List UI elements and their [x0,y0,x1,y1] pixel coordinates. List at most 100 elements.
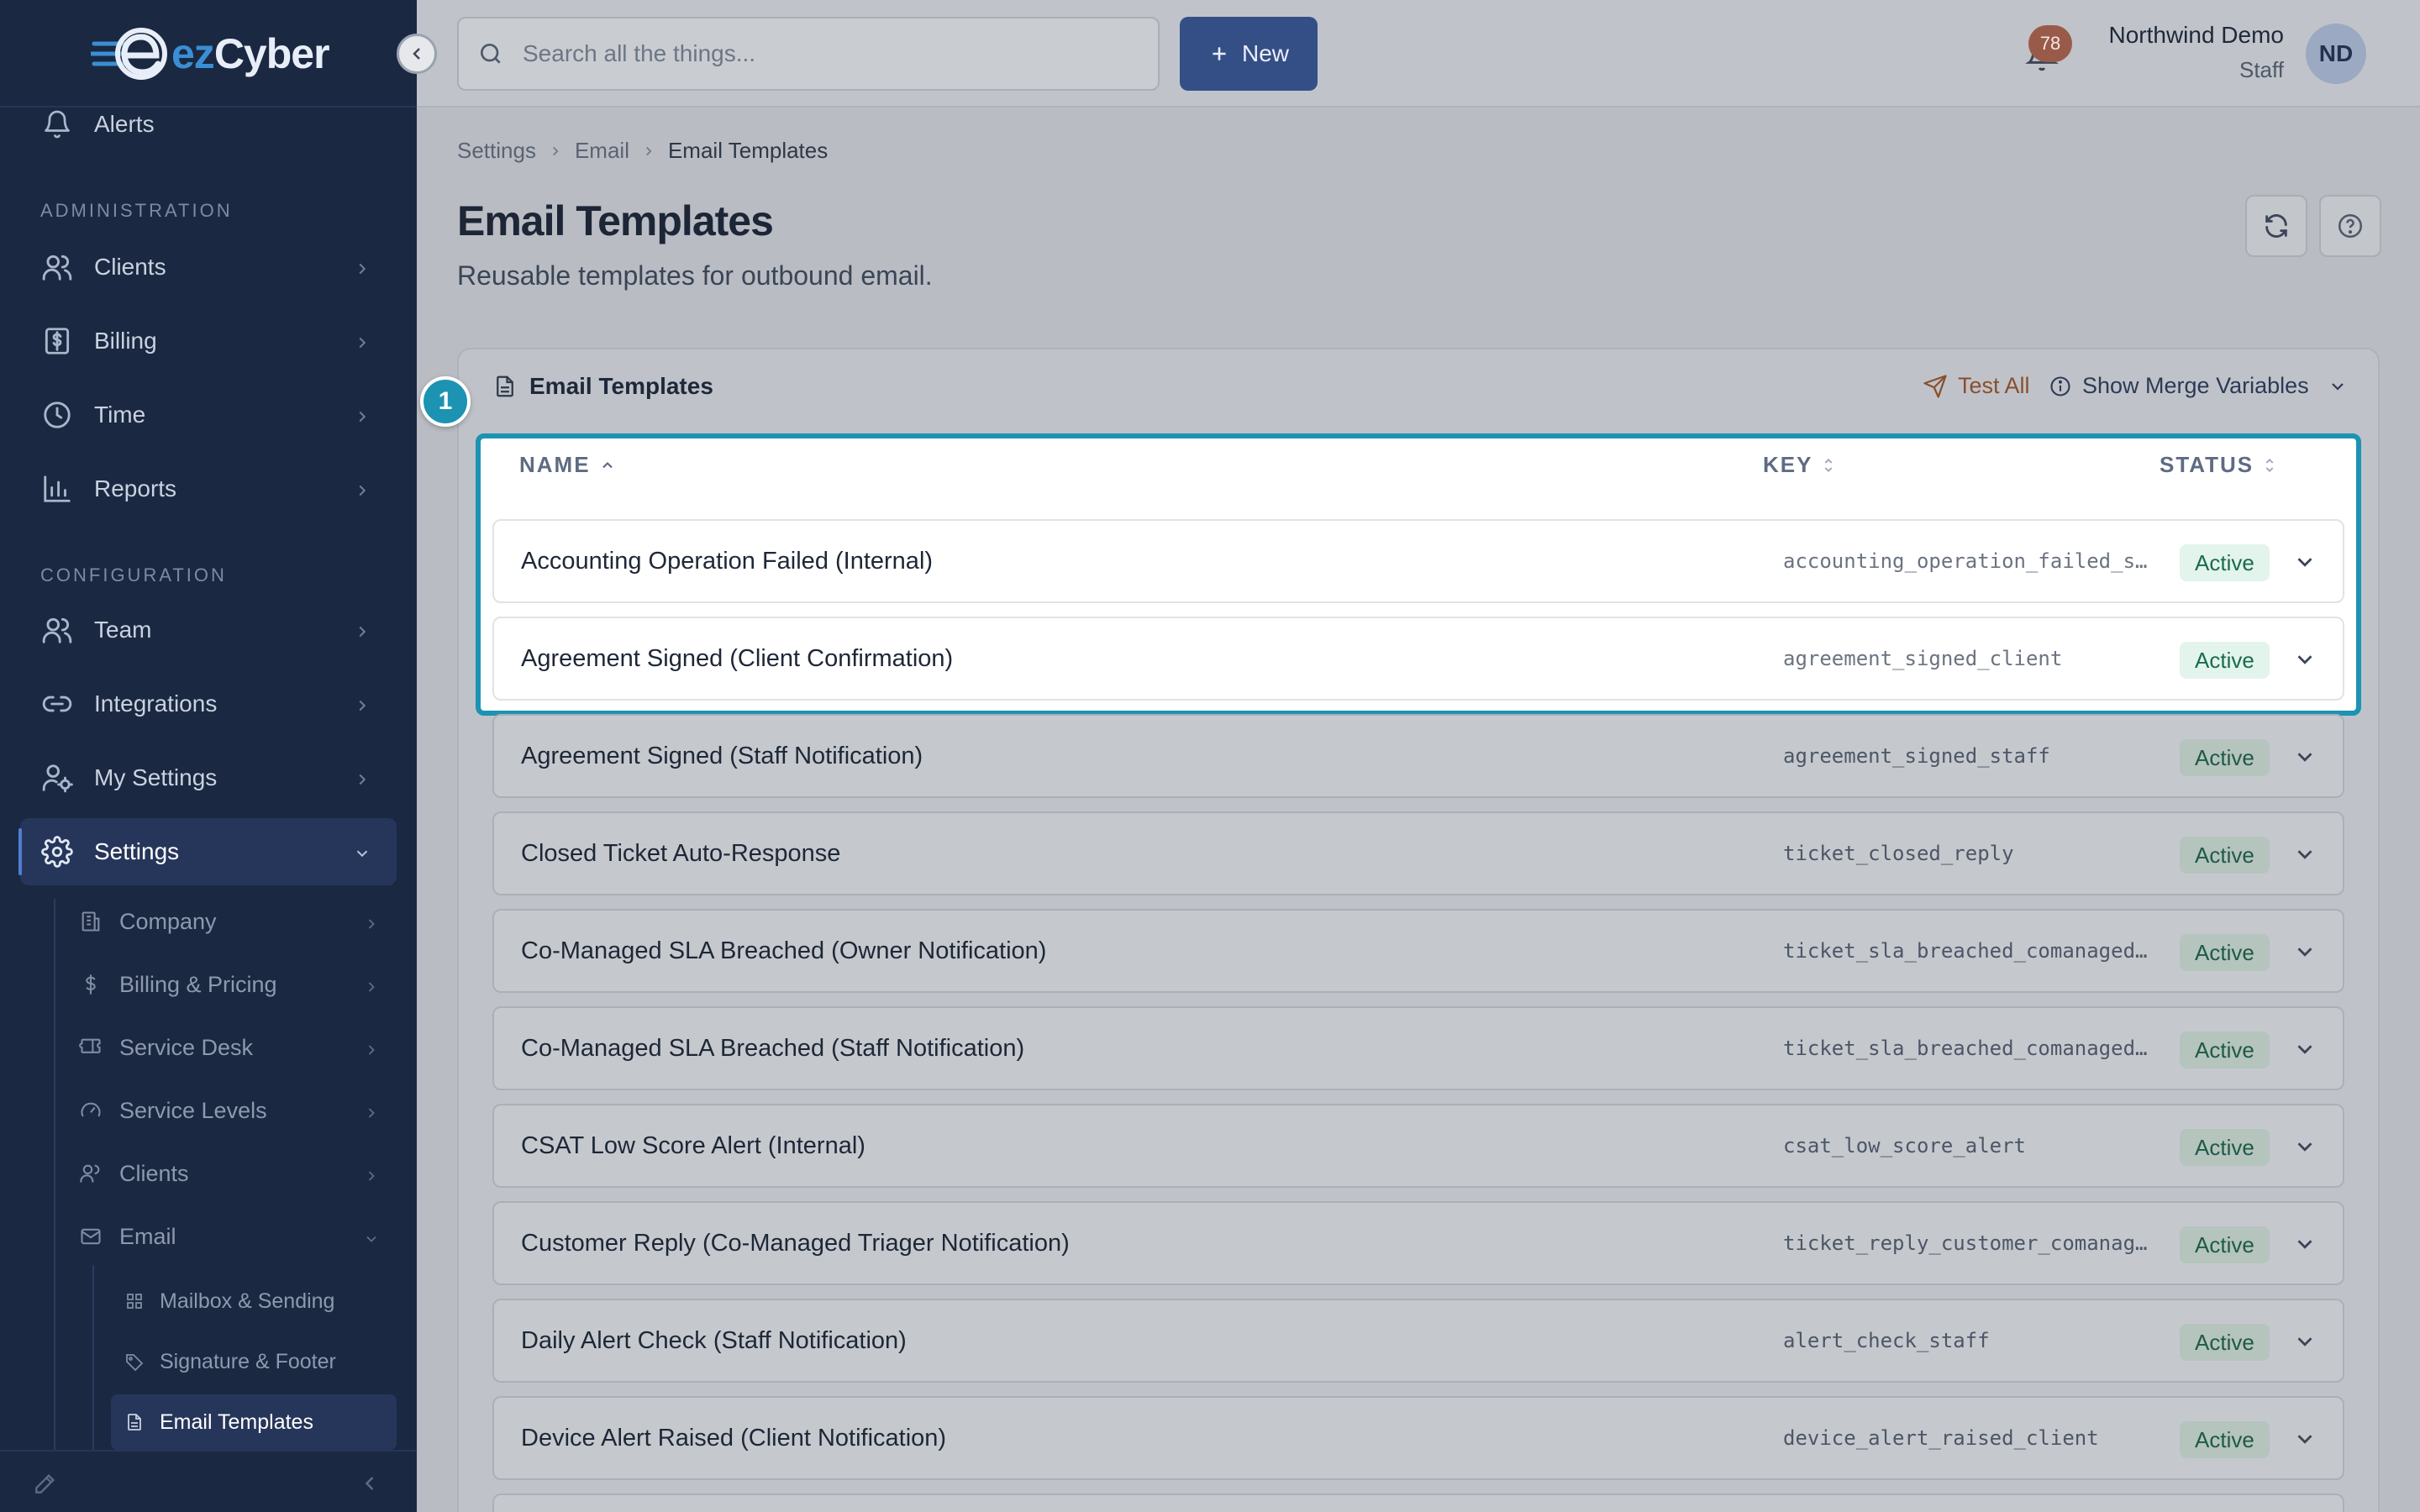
column-header-status[interactable]: STATUS [2160,452,2277,478]
sidebar-subitem-mailbox-sending[interactable]: Mailbox & Sending [111,1273,397,1329]
sort-icon [2265,458,2274,472]
sidebar-item-label: Team [94,617,152,643]
table-row[interactable]: Customer Reply (Co-Managed Triager Notif… [492,1201,2344,1285]
template-name: Closed Ticket Auto-Response [521,840,841,867]
refresh-button[interactable] [2245,195,2307,257]
page-subtitle: Reusable templates for outbound email. [457,260,933,291]
sidebar-subitem-email[interactable]: Email [71,1209,393,1264]
sidebar-item-my-settings[interactable]: My Settings [20,744,397,811]
link-icon [39,685,76,722]
bar-chart-icon [39,470,76,507]
template-key: device_alert_raised_client [1783,1426,2099,1450]
sidebar-subitem-service-desk[interactable]: Service Desk [71,1020,393,1075]
chevron-down-icon[interactable] [2292,1426,2317,1456]
status-badge: Active [2180,1421,2270,1458]
status-badge: Active [2180,739,2270,776]
tag-icon [123,1350,146,1373]
gauge-icon [77,1097,104,1124]
dollar-icon [77,971,104,998]
show-merge-variables-button[interactable]: Show Merge Variables [2049,373,2348,399]
search-input[interactable] [523,40,1111,67]
status-badge: Active [2180,642,2270,679]
info-icon [2050,375,2070,396]
sidebar-subitem-clients[interactable]: Clients [71,1146,393,1201]
user-name: Northwind Demo [2108,22,2284,48]
sidebar-item-alerts[interactable]: Alerts [20,91,397,158]
sidebar-subitem-signature-footer[interactable]: Signature & Footer [111,1334,397,1389]
card-title-text: Email Templates [529,373,713,399]
status-badge: Active [2180,837,2270,874]
chevron-down-icon[interactable] [2292,939,2317,969]
new-button[interactable]: New [1180,17,1318,91]
chevron-down-icon[interactable] [2292,1134,2317,1163]
chevron-down-icon[interactable] [2292,744,2317,774]
table-row[interactable]: Agreement Signed (Client Confirmation) a… [492,617,2344,701]
help-button[interactable] [2319,195,2381,257]
sidebar-item-label: Integrations [94,690,218,717]
column-header-label: KEY [1763,452,1813,477]
column-header-name[interactable]: NAME [519,452,616,478]
chevron-down-icon [353,842,371,869]
sidebar-item-label: Reports [94,475,177,501]
user-gear-icon [39,759,76,796]
chevron-down-icon[interactable] [2292,1329,2317,1358]
column-header-label: NAME [519,452,591,477]
sidebar-subitem-billing-pricing[interactable]: Billing & Pricing [71,957,393,1012]
chevron-right-icon [363,975,380,1001]
template-name: Accounting Operation Failed (Internal) [521,548,934,575]
sidebar-item-clients[interactable]: Clients [20,234,397,301]
section-label-administration: ADMINISTRATION [40,200,233,221]
sidebar-item-integrations[interactable]: Integrations [20,670,397,738]
avatar[interactable]: ND [2306,24,2366,84]
breadcrumb-item-email[interactable]: Email [575,138,629,164]
chevron-right-icon [363,1101,380,1127]
sidebar-item-team[interactable]: Team [20,596,397,664]
sidebar-item-time[interactable]: Time [20,381,397,449]
pencil-icon[interactable] [32,1470,59,1501]
sidebar-item-reports[interactable]: Reports [20,455,397,522]
grid-icon [123,1289,146,1313]
table-row[interactable]: Device Alert Raised (Client Notification… [492,1396,2344,1480]
table-row[interactable]: Co-Managed SLA Breached (Owner Notificat… [492,909,2344,993]
chevron-down-icon[interactable] [2292,1037,2317,1066]
table-row[interactable]: Closed Ticket Auto-Response ticket_close… [492,811,2344,895]
sidebar-item-label: Email [119,1223,176,1249]
brand-name: ezCyber [171,30,330,77]
table-row[interactable]: Co-Managed SLA Breached (Staff Notificat… [492,1006,2344,1090]
chevron-down-icon[interactable] [2292,549,2317,579]
chevron-right-icon [353,768,371,795]
sidebar-item-billing[interactable]: Billing [20,307,397,375]
chevron-right-icon [353,620,371,647]
sidebar-subitem-company[interactable]: Company [71,894,393,949]
chevron-right-icon [363,1164,380,1190]
table-row[interactable]: CSAT Low Score Alert (Internal) csat_low… [492,1104,2344,1188]
sidebar-item-label: Clients [94,254,166,280]
search-icon [477,40,504,67]
mail-icon [77,1223,104,1250]
table-row[interactable]: Accounting Operation Failed (Internal) a… [492,519,2344,603]
gear-icon [39,833,76,870]
global-search[interactable] [457,17,1160,91]
column-header-key[interactable]: KEY [1763,452,1836,478]
chevron-down-icon[interactable] [2292,1231,2317,1261]
table-row[interactable]: Daily Alert Check (Staff Notification) a… [492,1299,2344,1383]
table-row[interactable]: Agreement Signed (Staff Notification) ag… [492,714,2344,798]
breadcrumb-item-settings[interactable]: Settings [457,138,536,164]
chevron-right-icon [353,257,371,284]
breadcrumb: Settings Email Email Templates [457,138,828,164]
brand-logo[interactable]: ezCyber [88,22,330,86]
sidebar-item-settings[interactable]: Settings [18,818,397,885]
sidebar-subitem-email-templates[interactable]: Email Templates [111,1394,397,1450]
sidebar-item-label: Clients [119,1160,189,1186]
sidebar-collapse-button[interactable] [397,34,437,74]
top-bar: New 78 Northwind Demo Staff ND [417,0,2420,108]
collapse-left-icon[interactable] [358,1472,381,1499]
status-badge: Active [2180,1324,2270,1361]
chevron-down-icon[interactable] [2292,647,2317,676]
users-icon [77,1160,104,1187]
chevron-down-icon[interactable] [2292,842,2317,871]
sidebar-item-label: Mailbox & Sending [160,1289,335,1313]
refresh-icon [2265,214,2287,238]
test-all-button[interactable]: Test All [1923,373,2030,399]
sidebar-subitem-service-levels[interactable]: Service Levels [71,1083,393,1138]
